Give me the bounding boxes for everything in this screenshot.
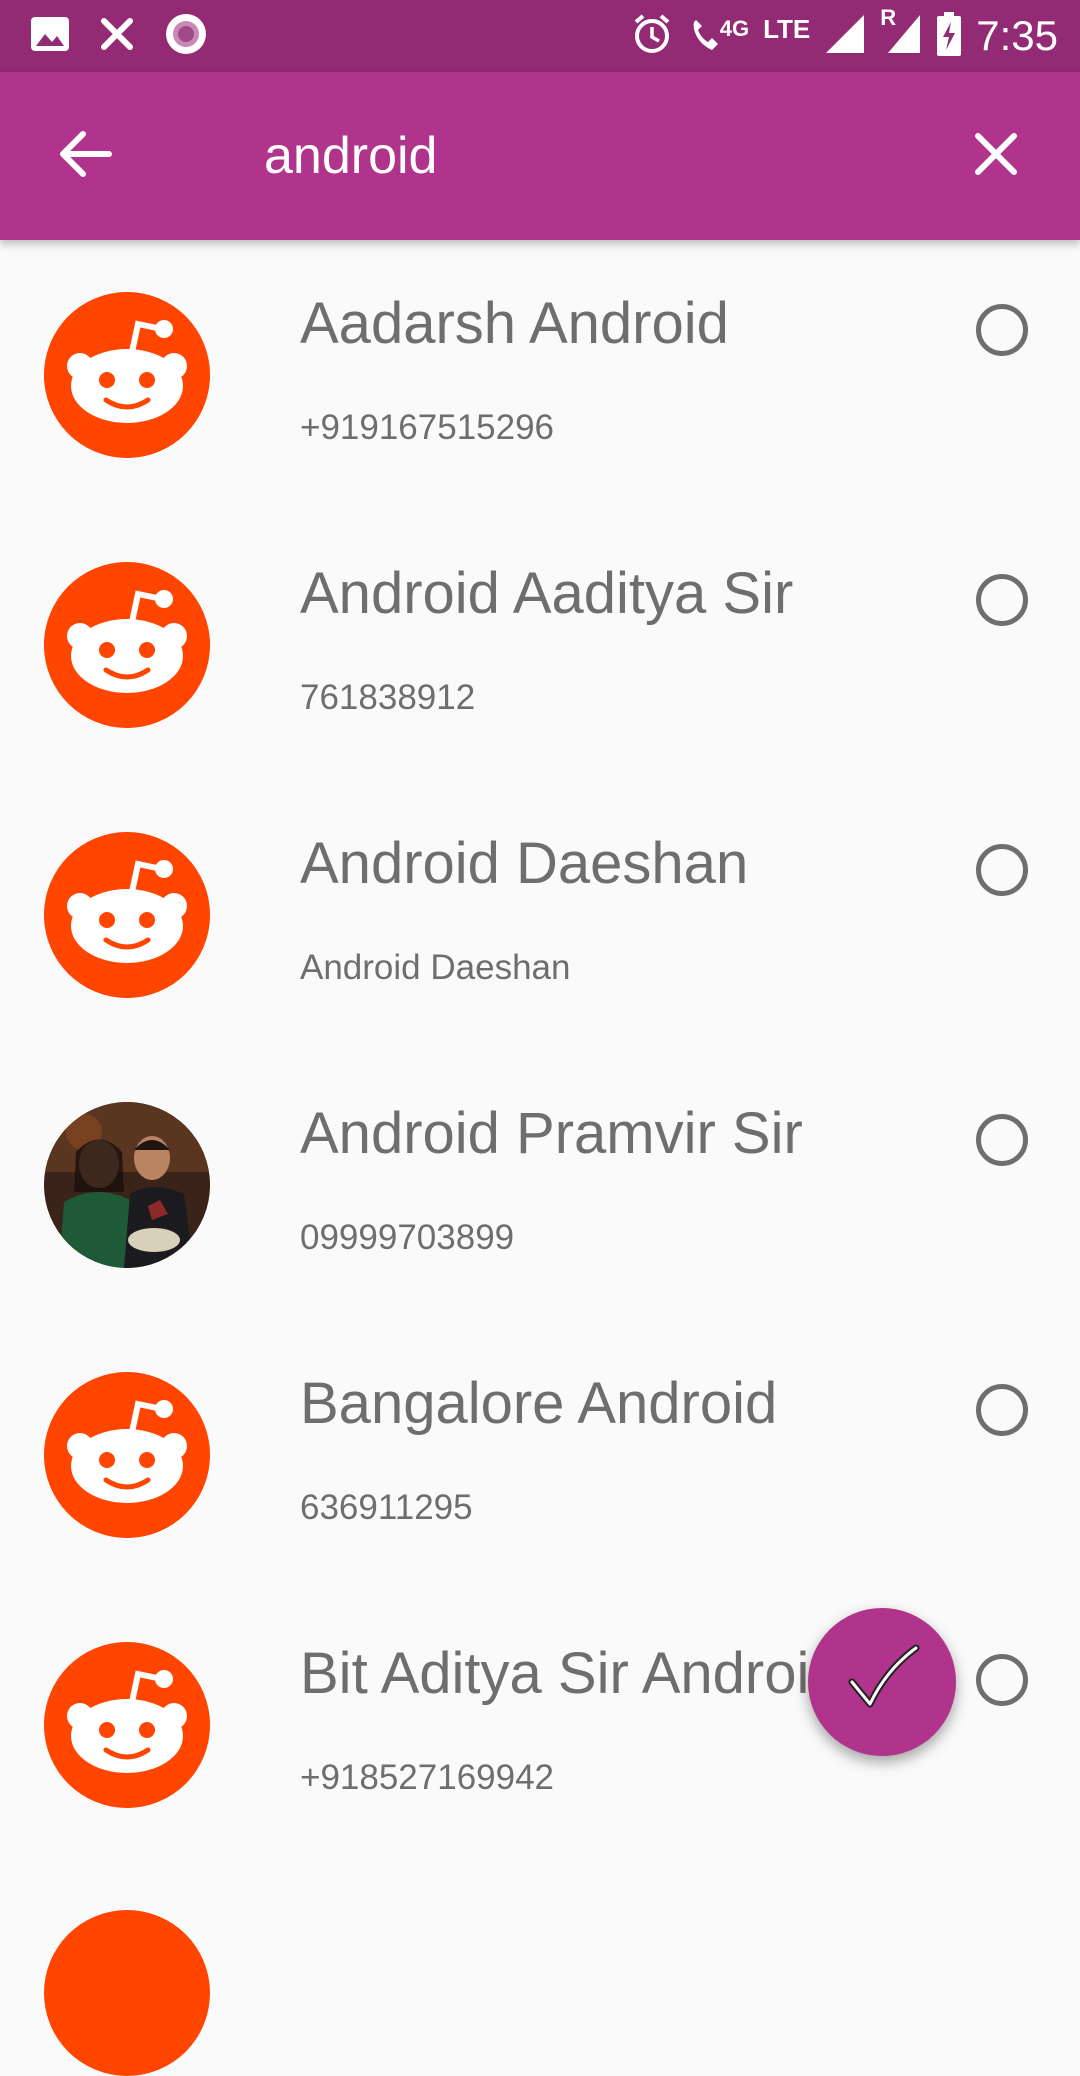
confirm-selection-button[interactable] (808, 1608, 956, 1756)
contact-select-radio[interactable] (976, 1384, 1028, 1436)
clock: 7:35 (976, 12, 1058, 59)
reddit-alien-icon (44, 1642, 210, 1808)
contact-name: Android Aaditya Sir (300, 561, 794, 626)
roaming-signal-icon: R (880, 5, 922, 60)
reddit-alien-icon (44, 562, 210, 728)
reddit-alien-icon (44, 292, 210, 458)
contact-avatar (44, 832, 210, 998)
contact-select-radio[interactable] (976, 1654, 1028, 1706)
contact-name: Bangalore Android (300, 1371, 778, 1436)
signal-icon (824, 13, 866, 60)
contact-avatar-partial (44, 1910, 210, 2076)
image-icon (30, 16, 70, 57)
contact-select-radio[interactable] (976, 304, 1028, 356)
contact-row[interactable]: Android Daeshan Android Daeshan (0, 780, 1080, 1050)
reddit-alien-icon (44, 1372, 210, 1538)
search-app-bar (0, 72, 1080, 240)
contact-detail: Android Daeshan (300, 948, 571, 987)
contact-name: Aadarsh Android (300, 291, 729, 356)
contact-phone: 09999703899 (300, 1218, 515, 1257)
contact-avatar (44, 1642, 210, 1808)
contact-phone: 636911295 (300, 1488, 473, 1527)
contact-name: Android Pramvir Sir (300, 1101, 803, 1166)
contact-select-radio[interactable] (976, 1114, 1028, 1166)
search-input[interactable] (264, 116, 904, 196)
wifi-calling-icon: 4G (688, 16, 749, 56)
roaming-label: R (880, 4, 897, 30)
contact-avatar (44, 292, 210, 458)
photo (44, 1102, 210, 1268)
contact-name: Bit Aditya Sir Android (300, 1641, 842, 1706)
close-notification-icon (100, 17, 134, 56)
contact-phone: +918527169942 (300, 1758, 555, 1797)
contact-avatar (44, 562, 210, 728)
contact-name: Android Daeshan (300, 831, 749, 896)
contact-select-radio[interactable] (976, 574, 1028, 626)
check-icon (842, 1640, 922, 1725)
contact-photo-avatar (44, 1102, 210, 1268)
contact-avatar (44, 1372, 210, 1538)
contact-phone: 761838912 (300, 678, 476, 717)
contact-select-radio[interactable] (976, 844, 1028, 896)
alarm-icon (630, 12, 674, 61)
contact-row[interactable]: Bangalore Android 636911295 (0, 1320, 1080, 1590)
clear-search-button[interactable] (958, 118, 1034, 194)
contact-phone: +919167515296 (300, 408, 555, 447)
contact-row[interactable]: Android Aaditya Sir 761838912 (0, 510, 1080, 780)
arrow-back-icon (59, 130, 113, 183)
back-button[interactable] (48, 118, 124, 194)
status-bar: 4G LTE R 7:35 (0, 0, 1080, 72)
network-4g-label: 4G (719, 16, 750, 41)
battery-charging-icon (936, 11, 962, 61)
record-icon (164, 12, 208, 61)
close-icon (974, 132, 1018, 181)
contact-row[interactable]: Android Pramvir Sir 09999703899 (0, 1050, 1080, 1320)
reddit-alien-icon (44, 832, 210, 998)
contact-row[interactable]: Aadarsh Android +919167515296 (0, 240, 1080, 510)
lte-label: LTE (763, 13, 811, 44)
